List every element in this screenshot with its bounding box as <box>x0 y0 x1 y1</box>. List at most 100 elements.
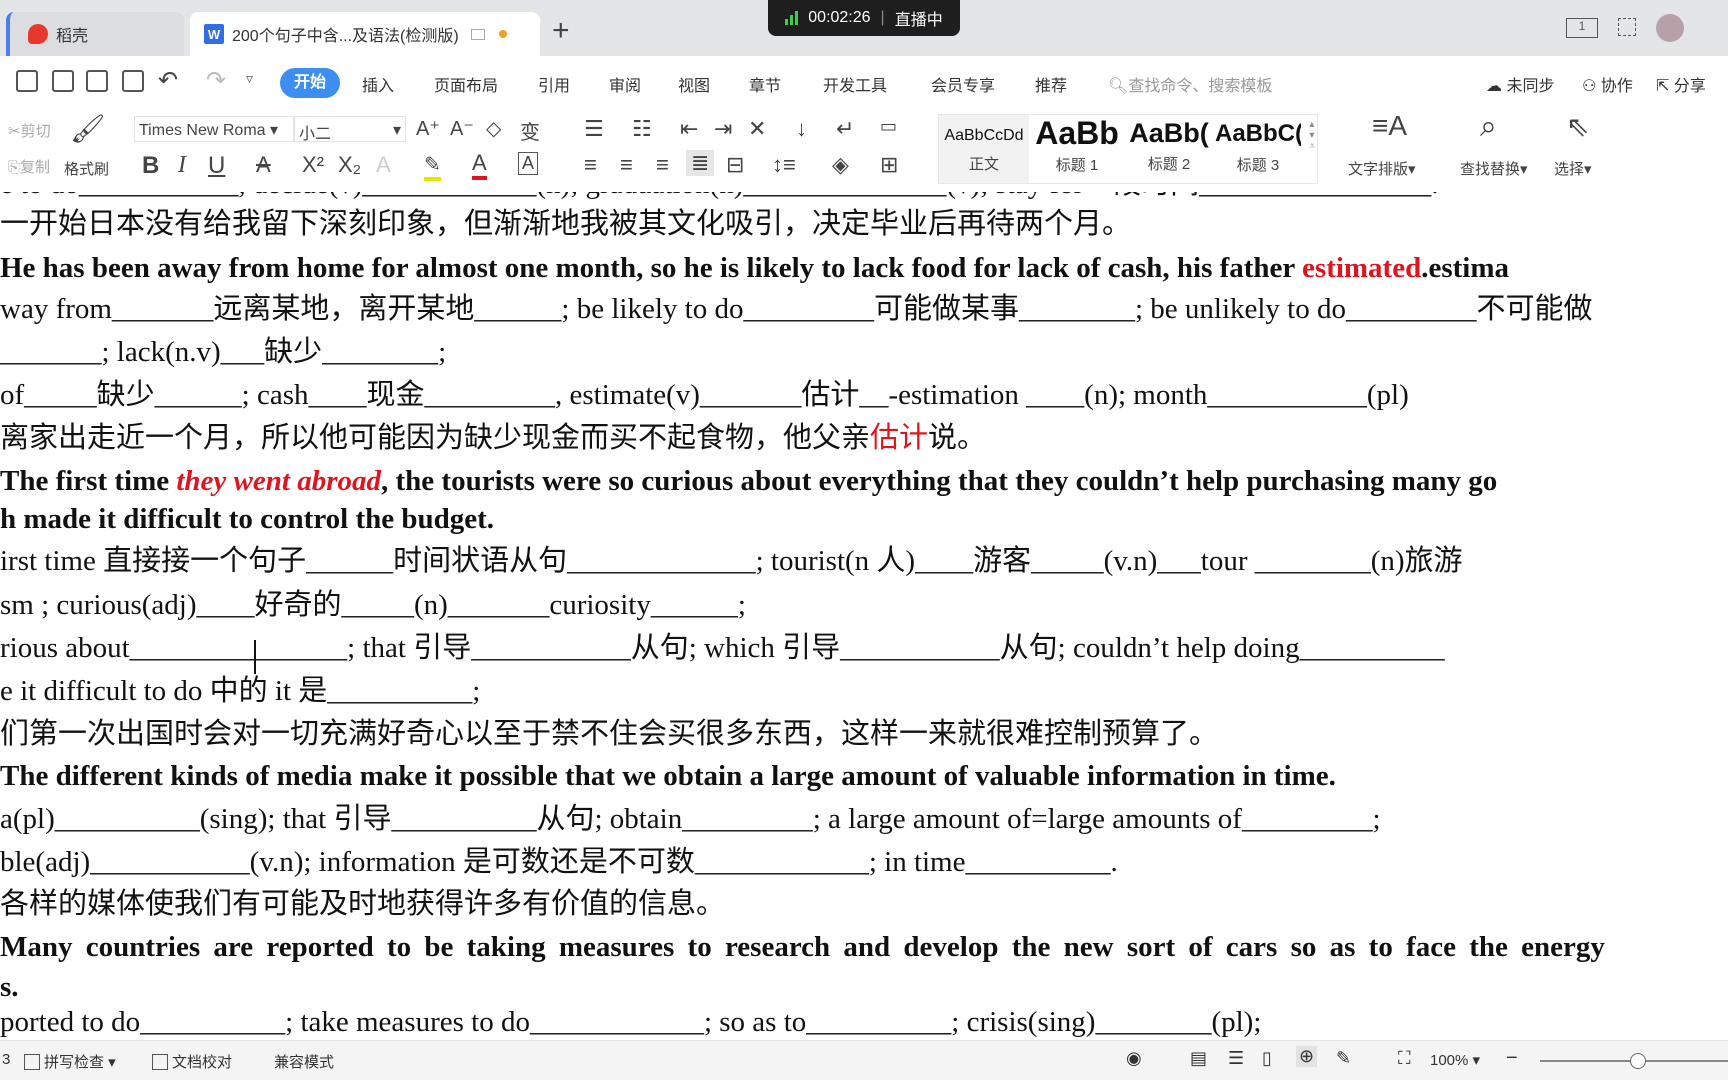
borders-icon[interactable]: ⊞ <box>880 152 898 178</box>
outline-view-icon[interactable]: ☰ <box>1228 1048 1244 1069</box>
find-icon[interactable]: ⌕ <box>1480 110 1497 144</box>
menu-tab-chapter[interactable]: 章节 <box>749 72 781 96</box>
style-heading-3[interactable]: AaBbC(标题 3 <box>1215 115 1301 175</box>
menu-tab-insert[interactable]: 插入 <box>362 72 394 96</box>
fit-page-icon[interactable]: ⛶ <box>1398 1048 1411 1069</box>
distribute-icon[interactable]: ⊟ <box>726 152 744 178</box>
style-scroll-icon[interactable]: ▴ ▾ ⩡ <box>1309 119 1315 152</box>
text-run: h made it difficult to control the budge… <box>0 503 495 535</box>
cursor-select-icon[interactable]: ⇖ <box>1566 110 1589 143</box>
new-tab-button[interactable]: + <box>552 14 570 48</box>
zoom-out-icon[interactable]: − <box>1506 1047 1518 1070</box>
format-painter-icon[interactable]: 🖌︎ <box>70 112 106 145</box>
font-color-icon[interactable]: A <box>472 150 487 180</box>
share-label: 分享 <box>1673 78 1706 95</box>
grid-apps-icon[interactable] <box>1618 18 1636 36</box>
grow-font-icon[interactable]: A⁺ <box>416 116 440 141</box>
menu-tab-recommend[interactable]: 推荐 <box>1035 72 1067 96</box>
font-size-select[interactable]: 小二 ▾ <box>294 116 406 143</box>
text-layout-icon[interactable]: ≡A <box>1372 110 1407 142</box>
paragraph-mark-icon[interactable]: ↵ <box>836 116 854 142</box>
clear-format-icon[interactable]: ◇ <box>486 116 501 141</box>
document-line: h made it difficult to control the budge… <box>0 501 494 537</box>
style-normal[interactable]: AaBbCcDd 正文 <box>939 115 1029 183</box>
reading-view-icon[interactable]: ▯ <box>1262 1048 1272 1069</box>
spell-check-button[interactable]: 拼写检查 ▾ <box>24 1051 116 1072</box>
web-view-icon[interactable]: ⊕ <box>1296 1046 1318 1067</box>
monitor-icon[interactable] <box>470 28 485 40</box>
shrink-font-icon[interactable]: A⁻ <box>450 116 474 141</box>
underline-icon[interactable]: U <box>208 152 225 180</box>
collab-button[interactable]: ⚇ 协作 <box>1582 72 1633 96</box>
menu-tab-member[interactable]: 会员专享 <box>931 72 995 96</box>
select-button[interactable]: 选择▾ <box>1554 158 1592 179</box>
tab-document[interactable]: W 200个句子中含...及语法(检测版) <box>190 12 540 56</box>
text-layout-button[interactable]: 文字排版▾ <box>1348 158 1416 179</box>
redo-icon[interactable]: ↷ <box>206 66 226 95</box>
decrease-indent-icon[interactable]: ⇤ <box>680 116 698 142</box>
subscript-icon[interactable]: X₂ <box>338 152 361 178</box>
menu-tab-developer[interactable]: 开发工具 <box>823 72 887 96</box>
text-run: a(pl)__________(sing); that 引导__________… <box>0 803 1381 835</box>
char-border-icon[interactable]: A <box>518 152 539 175</box>
menu-tab-view[interactable]: 视图 <box>678 72 710 96</box>
save-icon[interactable] <box>16 70 38 92</box>
style-preview: AaBb( <box>1129 118 1209 148</box>
export-icon[interactable] <box>52 70 74 92</box>
menu-tab-review[interactable]: 审阅 <box>609 72 641 96</box>
find-replace-button[interactable]: 查找替换▾ <box>1460 158 1528 179</box>
align-left-icon[interactable]: ≡ <box>584 152 597 178</box>
collab-label: 协作 <box>1600 78 1633 95</box>
format-painter-label[interactable]: 格式刷 <box>64 158 109 179</box>
bold-icon[interactable]: B <box>142 152 159 180</box>
style-heading-2[interactable]: AaBb( 标题 2 <box>1125 115 1213 174</box>
highlight-icon[interactable]: ✎ <box>424 152 441 181</box>
style-heading-1[interactable]: AaBb 标题 1 <box>1031 115 1123 175</box>
menu-tab-references[interactable]: 引用 <box>538 72 570 96</box>
bullet-list-icon[interactable]: ☰ <box>584 116 604 142</box>
font-family-select[interactable]: Times New Roma ▾ <box>134 116 294 142</box>
sync-button[interactable]: ☁ 未同步 <box>1486 72 1554 96</box>
align-center-icon[interactable]: ≡ <box>620 152 633 178</box>
proofread-button[interactable]: 文档校对 <box>152 1051 232 1072</box>
share-button[interactable]: ⇱ 分享 <box>1656 72 1706 96</box>
zoom-dropdown[interactable]: 100% ▾ <box>1430 1051 1480 1069</box>
justify-icon[interactable]: ≣ <box>686 150 715 176</box>
copy-button[interactable]: ⎘复制 <box>8 156 50 177</box>
text-effect-icon[interactable]: A <box>376 152 391 178</box>
quick-access-dropdown-icon[interactable]: ▿ <box>246 70 253 87</box>
strikethrough-icon[interactable]: A <box>256 152 271 178</box>
style-label: 标题 2 <box>1147 156 1191 173</box>
menu-tab-start[interactable]: 开始 <box>280 68 340 98</box>
avatar[interactable] <box>1656 14 1684 42</box>
command-search[interactable]: 🔍︎查找命令、搜索模板 <box>1108 72 1272 96</box>
align-right-icon[interactable]: ≡ <box>656 152 669 178</box>
text-run: ble(adj)___________(v.n); information 是可… <box>0 846 1118 878</box>
increase-indent-icon[interactable]: ⇥ <box>714 116 732 142</box>
italic-icon[interactable]: I <box>178 152 186 179</box>
superscript-icon[interactable]: X² <box>302 152 324 178</box>
sync-label: 未同步 <box>1506 78 1555 95</box>
menu-bar: ↶ ↷ ▿ 开始 插入 页面布局 引用 审阅 视图 章节 开发工具 会员专享 推… <box>0 56 1728 110</box>
undo-icon[interactable]: ↶ <box>158 66 178 95</box>
menu-tab-page-layout[interactable]: 页面布局 <box>434 72 498 96</box>
shading-icon[interactable]: ◈ <box>832 152 849 178</box>
zoom-slider-handle[interactable] <box>1630 1053 1646 1069</box>
numbered-list-icon[interactable]: ☷ <box>632 116 652 142</box>
print-preview-icon[interactable] <box>122 70 144 92</box>
wps-writer-icon: W <box>204 24 224 44</box>
sort-icon[interactable]: ↓ <box>796 116 807 142</box>
eye-protection-icon[interactable]: ◉ <box>1126 1048 1142 1069</box>
line-spacing-icon[interactable]: ↕≡ <box>772 152 796 178</box>
pinyin-icon[interactable]: 变 <box>520 116 540 145</box>
ruler-icon[interactable]: ▭ <box>880 116 897 137</box>
cut-button[interactable]: ✂剪切 <box>8 120 51 141</box>
page-view-icon[interactable]: ▤ <box>1190 1048 1207 1069</box>
pen-icon[interactable]: ✎ <box>1336 1048 1351 1069</box>
text-run: s. <box>0 971 19 1003</box>
single-page-icon[interactable]: 1 <box>1566 18 1598 38</box>
chinese-layout-icon[interactable]: ✕ <box>748 116 766 142</box>
tab-daoke[interactable]: 稻壳 <box>6 12 184 56</box>
document-page[interactable]: e to do___________, decide(v)___________… <box>0 192 1728 1040</box>
print-icon[interactable] <box>86 70 108 92</box>
